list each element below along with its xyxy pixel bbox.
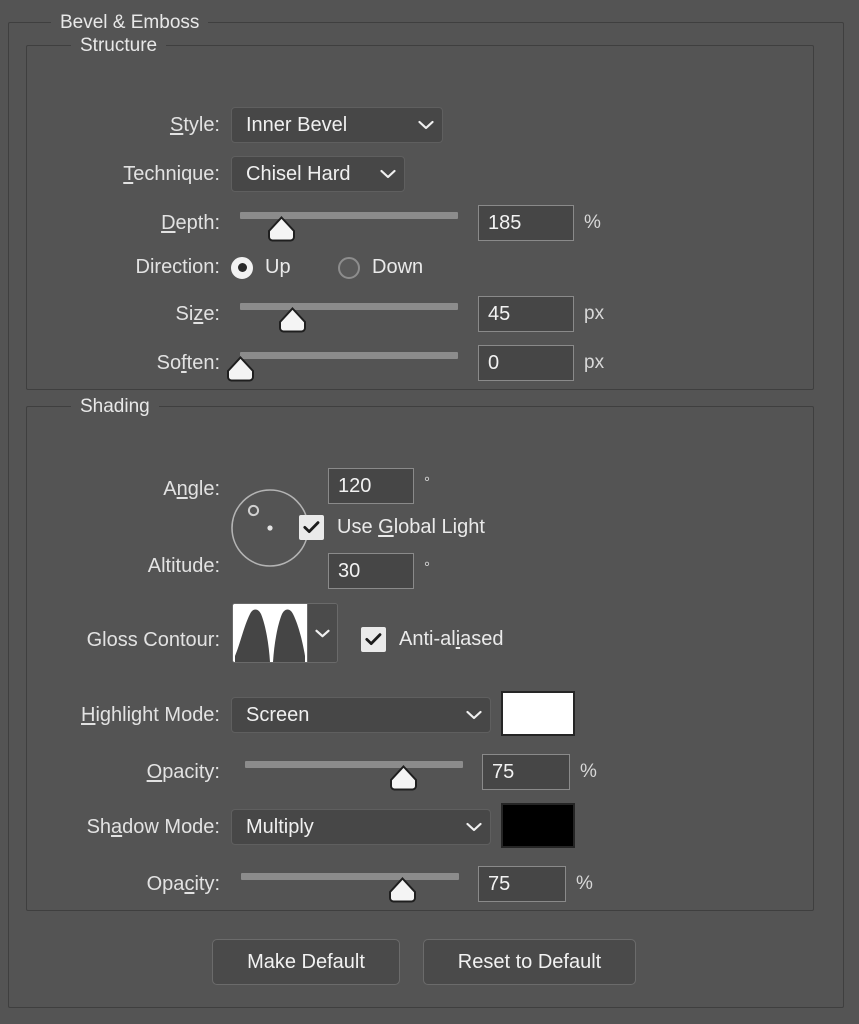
size-label: Size: — [175, 303, 220, 325]
chevron-down-icon — [404, 120, 434, 130]
gloss-contour-label: Gloss Contour: — [86, 629, 220, 651]
size-unit: px — [584, 303, 605, 324]
shadow-opacity-slider-track[interactable] — [241, 873, 459, 880]
direction-up-label: Up — [265, 256, 291, 278]
soften-input[interactable]: 0 — [478, 345, 574, 381]
shadow-opacity-value: 75 — [488, 872, 511, 895]
highlight-mode-dropdown[interactable]: Screen — [231, 697, 491, 733]
soften-unit: px — [584, 352, 605, 373]
highlight-opacity-input[interactable]: 75 — [482, 754, 570, 790]
highlight-mode-value: Screen — [246, 703, 310, 726]
direction-down-label: Down — [372, 256, 424, 278]
shadow-mode-dropdown[interactable]: Multiply — [231, 809, 491, 845]
radio-down-indicator — [338, 256, 360, 279]
depth-unit: % — [584, 212, 601, 233]
radio-up-indicator — [231, 256, 253, 279]
chevron-down-icon — [452, 822, 482, 832]
check-icon — [299, 515, 324, 540]
size-slider-thumb[interactable] — [278, 307, 307, 333]
shadow-mode-value: Multiply — [246, 815, 314, 838]
style-dropdown[interactable]: Inner Bevel — [231, 107, 443, 143]
highlight-opacity-slider-track[interactable] — [245, 761, 463, 768]
highlight-opacity-value: 75 — [492, 760, 515, 783]
shading-group-title: Shading — [71, 396, 159, 418]
style-label: Style: — [169, 114, 220, 136]
angle-dial[interactable] — [230, 488, 310, 568]
altitude-input[interactable]: 30 — [328, 553, 414, 589]
check-icon — [361, 627, 386, 652]
soften-slider-track[interactable] — [240, 352, 458, 359]
style-dropdown-value: Inner Bevel — [246, 113, 348, 136]
depth-slider-thumb[interactable] — [267, 216, 296, 242]
make-default-button[interactable]: Make Default — [212, 939, 400, 985]
reset-to-default-button[interactable]: Reset to Default — [423, 939, 636, 985]
use-global-light-label: Use Global Light — [337, 516, 485, 538]
gloss-contour-picker[interactable] — [232, 603, 338, 663]
angle-label: Angle: — [163, 478, 220, 500]
soften-input-value: 0 — [488, 351, 500, 374]
size-input[interactable]: 45 — [478, 296, 574, 332]
direction-label: Direction: — [135, 256, 220, 278]
shadow-opacity-label: Opacity: — [146, 873, 220, 895]
highlight-opacity-slider-thumb[interactable] — [389, 765, 418, 791]
bevel-and-emboss-group-title: Bevel & Emboss — [51, 12, 209, 34]
technique-label: Technique: — [123, 163, 220, 185]
highlight-color-swatch[interactable] — [501, 691, 575, 736]
shadow-mode-label: Shadow Mode: — [86, 816, 220, 838]
highlight-opacity-unit: % — [580, 761, 597, 782]
anti-aliased-checkbox[interactable]: Anti-aliased — [361, 627, 504, 652]
angle-input-value: 120 — [338, 474, 372, 497]
angle-unit: ° — [424, 474, 430, 491]
chevron-down-icon — [366, 169, 396, 179]
use-global-light-checkbox[interactable]: Use Global Light — [299, 515, 485, 540]
anti-aliased-label: Anti-aliased — [399, 628, 504, 650]
chevron-down-icon[interactable] — [307, 604, 337, 662]
highlight-mode-label: Highlight Mode: — [81, 704, 220, 726]
direction-radio-down[interactable]: Down — [338, 256, 423, 279]
altitude-input-value: 30 — [338, 559, 361, 582]
size-input-value: 45 — [488, 302, 511, 325]
technique-dropdown[interactable]: Chisel Hard — [231, 156, 405, 192]
technique-dropdown-value: Chisel Hard — [246, 162, 351, 185]
depth-label: Depth: — [161, 212, 220, 234]
altitude-unit: ° — [424, 559, 430, 576]
shadow-opacity-input[interactable]: 75 — [478, 866, 566, 902]
shadow-color-swatch[interactable] — [501, 803, 575, 848]
gloss-contour-preview — [233, 604, 307, 662]
shadow-opacity-unit: % — [576, 873, 593, 894]
altitude-label: Altitude: — [147, 555, 220, 577]
soften-label: Soften: — [156, 352, 220, 374]
depth-input[interactable]: 185 — [478, 205, 574, 241]
shadow-opacity-slider-thumb[interactable] — [388, 877, 417, 903]
size-slider-track[interactable] — [240, 303, 458, 310]
angle-input[interactable]: 120 — [328, 468, 414, 504]
chevron-down-icon — [452, 710, 482, 720]
direction-radio-up[interactable]: Up — [231, 256, 291, 279]
structure-group-title: Structure — [71, 35, 167, 57]
depth-input-value: 185 — [488, 211, 522, 234]
highlight-opacity-label: Opacity: — [146, 761, 220, 783]
soften-slider-thumb[interactable] — [226, 356, 255, 382]
